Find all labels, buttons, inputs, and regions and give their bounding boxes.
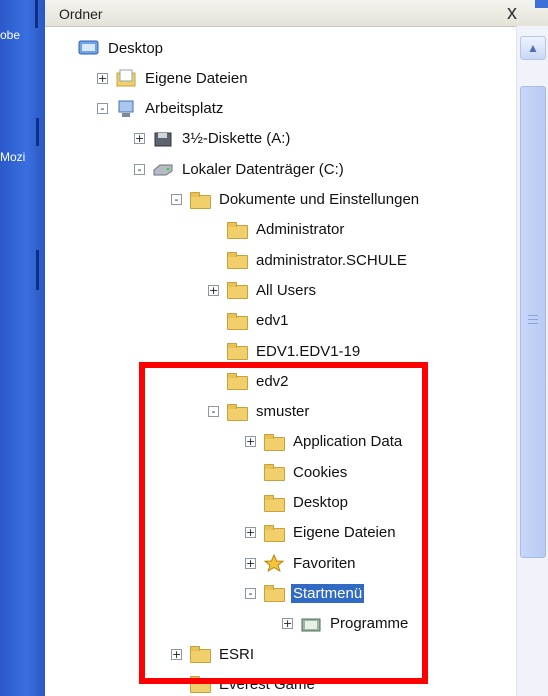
- tree-item-label: Arbeitsplatz: [145, 100, 224, 118]
- tree-item-label: Application Data: [293, 433, 403, 451]
- collapse-toggle-icon[interactable]: -: [245, 587, 256, 599]
- folder-icon: [226, 251, 248, 270]
- tree-item[interactable]: + Eigene Dateien: [97, 66, 250, 90]
- vertical-scrollbar[interactable]: ▲: [516, 26, 548, 696]
- close-pane-button[interactable]: x: [507, 2, 517, 25]
- tree-item-label: Startmenü: [291, 583, 365, 603]
- tree-item-label: edv2: [256, 372, 289, 390]
- tree-item[interactable]: - smuster: [208, 400, 311, 424]
- window-edge: [36, 118, 39, 146]
- tree-item-label: Administrator: [256, 221, 345, 239]
- folder-tree[interactable]: Desktop + Eigene Dateien - Arbeitsplatz +3½-D…: [45, 26, 515, 696]
- hard-drive-icon: [152, 160, 174, 178]
- tree-item[interactable]: EDV1.EDV1-19: [208, 339, 362, 363]
- folder-icon: [263, 524, 285, 542]
- collapse-toggle-icon[interactable]: -: [208, 406, 219, 418]
- tree-item-label: Eigene Dateien: [145, 69, 248, 87]
- tree-item[interactable]: + Eigene Dateien: [245, 521, 398, 545]
- tree-item[interactable]: Desktop: [245, 491, 350, 515]
- tree-item-label: smuster: [256, 403, 310, 421]
- tree-item[interactable]: + All Users: [208, 278, 318, 302]
- folder-icon: [226, 312, 248, 330]
- tree-item-label: Desktop: [108, 39, 164, 57]
- window-edge: [36, 250, 39, 290]
- desktop-background-strip: obe Mozi: [0, 0, 45, 696]
- expand-toggle-icon[interactable]: +: [134, 133, 145, 145]
- tree-item-label: ESRI: [219, 645, 255, 663]
- expand-toggle-icon[interactable]: +: [245, 527, 256, 539]
- tree-item-label: EDV1.EDV1-19: [256, 342, 361, 360]
- folder-icon: [189, 645, 211, 663]
- tree-item[interactable]: - Dokumente und Einstellungen: [171, 188, 421, 212]
- folder-icon: [189, 675, 211, 694]
- window-corner: [535, 0, 548, 8]
- grip-line: [528, 323, 538, 324]
- my-documents-icon: [115, 69, 137, 87]
- tree-item[interactable]: Desktop: [60, 36, 165, 60]
- tree-item[interactable]: administrator.SCHULE: [208, 248, 409, 272]
- collapse-toggle-icon[interactable]: -: [171, 194, 182, 205]
- tree-item-label: administrator.SCHULE: [256, 251, 407, 269]
- tree-item-label: edv1: [256, 312, 289, 330]
- desktop-label-fragment[interactable]: Mozi: [0, 150, 25, 164]
- collapse-toggle-icon[interactable]: -: [97, 103, 108, 115]
- tree-item-label: Eigene Dateien: [293, 524, 396, 542]
- grip-line: [528, 315, 538, 316]
- expand-toggle-icon[interactable]: +: [171, 648, 182, 660]
- tree-item[interactable]: Administrator: [208, 218, 346, 242]
- tree-item-label: All Users: [256, 281, 317, 299]
- tree-item[interactable]: + ESRI: [171, 642, 256, 666]
- scroll-thumb[interactable]: [520, 86, 546, 558]
- desktop-label-fragment[interactable]: obe: [0, 28, 20, 42]
- folders-pane: Ordner x Desktop + Eigene Dateien - Arbeitsp…: [45, 0, 548, 696]
- tree-item[interactable]: - Lokaler Datenträger (C:): [134, 157, 346, 181]
- folder-icon: [226, 342, 248, 360]
- pane-title: Ordner: [59, 6, 103, 22]
- folder-icon: [226, 403, 248, 421]
- tree-item-label: Favoriten: [293, 554, 356, 572]
- expand-toggle-icon[interactable]: +: [97, 72, 108, 84]
- tree-item[interactable]: Everest Game: [171, 672, 317, 696]
- scroll-up-arrow-icon[interactable]: ▲: [520, 36, 546, 60]
- tree-item[interactable]: edv1: [208, 309, 291, 333]
- expand-toggle-icon[interactable]: +: [245, 557, 256, 569]
- tree-item[interactable]: - Arbeitsplatz: [97, 97, 225, 121]
- tree-item[interactable]: + Favoriten: [245, 551, 358, 575]
- folder-icon: [263, 584, 285, 603]
- tree-item-label: Cookies: [293, 463, 348, 481]
- collapse-toggle-icon[interactable]: -: [134, 163, 145, 175]
- tree-item[interactable]: - Startmenü: [245, 581, 365, 605]
- pane-header: Ordner x: [45, 0, 548, 27]
- tree-item-label: Everest Game: [219, 675, 315, 693]
- expand-toggle-icon[interactable]: +: [245, 436, 256, 448]
- folder-icon: [263, 494, 285, 512]
- tree-item-label: Programme: [330, 615, 409, 633]
- grip-line: [528, 319, 538, 320]
- folder-icon: [226, 281, 248, 300]
- programs-folder-icon: [300, 615, 322, 633]
- folder-icon: [263, 433, 285, 451]
- folder-icon: [226, 372, 248, 391]
- folder-icon: [189, 191, 211, 209]
- tree-item[interactable]: + Application Data: [245, 430, 404, 454]
- tree-item-label: Lokaler Datenträger (C:): [182, 160, 344, 178]
- tree-item[interactable]: + Programme: [282, 612, 410, 636]
- tree-item[interactable]: edv2: [208, 369, 291, 393]
- expand-toggle-icon[interactable]: +: [282, 618, 293, 630]
- tree-item-label: Dokumente und Einstellungen: [219, 191, 420, 208]
- window-edge: [35, 0, 38, 28]
- folder-icon: [263, 463, 285, 482]
- favorites-star-icon: [263, 553, 285, 573]
- folder-icon: [226, 221, 248, 239]
- floppy-drive-icon: [152, 130, 174, 148]
- tree-item-label: 3½-Diskette (A:): [182, 130, 291, 148]
- tree-item[interactable]: Cookies: [245, 460, 349, 484]
- tree-item-label: Desktop: [293, 494, 349, 511]
- desktop-icon: [78, 39, 100, 57]
- tree-item[interactable]: +3½-Diskette (A:): [134, 127, 292, 151]
- expand-toggle-icon[interactable]: +: [208, 284, 219, 296]
- my-computer-icon: [115, 100, 137, 118]
